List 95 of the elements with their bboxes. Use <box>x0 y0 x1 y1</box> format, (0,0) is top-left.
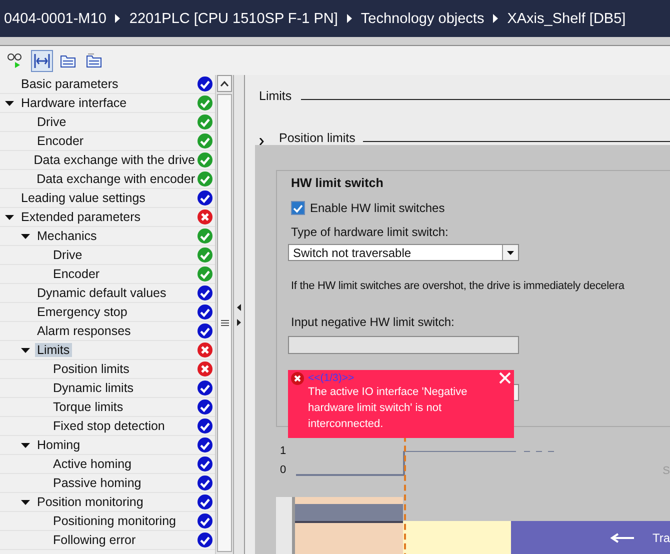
tree-item[interactable]: Limits <box>35 343 72 357</box>
toolbar-button[interactable] <box>31 50 53 72</box>
section-title: Limits <box>259 89 292 103</box>
check-icon <box>197 323 213 339</box>
expand-right-icon[interactable] <box>237 318 241 326</box>
check-icon <box>197 266 213 282</box>
check-icon <box>197 95 213 111</box>
check-icon <box>197 247 213 263</box>
tree-item[interactable]: Fixed stop detection <box>51 419 167 433</box>
check-icon <box>197 114 213 130</box>
tree-item[interactable]: Hardware interface <box>19 96 129 110</box>
input-field[interactable] <box>288 336 519 354</box>
check-icon <box>197 418 213 434</box>
tree-item[interactable]: Position monitoring <box>35 495 146 509</box>
expanded-arrow-icon[interactable] <box>20 232 31 240</box>
folder-icon <box>60 54 76 68</box>
scroll-up-button[interactable] <box>217 75 232 92</box>
rail-end <box>276 497 295 554</box>
group-title: HW limit switch <box>291 176 384 190</box>
breadcrumb-item[interactable]: XAxis_Shelf [DB5] <box>507 10 626 26</box>
tree-item[interactable]: Homing <box>35 438 82 452</box>
tree-item[interactable]: Encoder <box>35 134 86 148</box>
error-icon <box>197 209 213 225</box>
tree-item[interactable]: Positioning monitoring <box>51 514 178 528</box>
tree-item[interactable]: Following error <box>51 533 138 547</box>
check-icon <box>197 437 213 453</box>
expanded-arrow-icon[interactable] <box>4 213 15 221</box>
check-icon <box>197 76 213 92</box>
check-icon <box>197 304 213 320</box>
check-icon <box>197 190 213 206</box>
scroll-thumb[interactable] <box>217 94 232 552</box>
tree-item[interactable]: Mechanics <box>35 229 99 243</box>
check-icon <box>197 228 213 244</box>
separator-arrow-icon <box>115 14 120 23</box>
check-icon <box>197 171 213 187</box>
expanded-arrow-icon[interactable] <box>20 441 31 449</box>
split-arrows-icon <box>34 52 50 68</box>
check-icon <box>197 513 213 529</box>
check-icon <box>197 456 213 472</box>
expanded-arrow-icon[interactable] <box>20 346 31 354</box>
error-icon <box>291 372 304 385</box>
tree-item[interactable]: Dynamic default values <box>35 286 168 300</box>
chevron-right-icon[interactable] <box>259 138 265 145</box>
checkbox[interactable] <box>291 201 305 215</box>
arrow-left-icon <box>610 532 634 542</box>
tree-item[interactable]: Leading value settings <box>19 191 148 205</box>
tree-item[interactable]: Drive <box>51 248 84 262</box>
check-icon <box>197 133 213 149</box>
direction-label: Tra <box>652 530 670 544</box>
tree-item[interactable]: Data exchange with encoder <box>34 172 197 186</box>
tree-item[interactable]: Basic parameters <box>19 77 120 91</box>
dropdown[interactable]: Switch not traversable <box>288 244 519 261</box>
tree-item[interactable]: Dynamic limits <box>51 381 136 395</box>
axis-label: 1 <box>280 445 286 457</box>
field-label: Input negative HW limit switch: <box>291 315 456 329</box>
breadcrumb-item[interactable]: Technology objects <box>360 10 484 26</box>
tree-item[interactable]: Drive <box>35 115 68 129</box>
check-icon <box>197 380 213 396</box>
check-icon <box>197 399 213 415</box>
check-icon <box>197 494 213 510</box>
info-text: If the HW limit switches are overshot, the drive is immediately decelera <box>291 280 626 292</box>
expanded-arrow-icon[interactable] <box>4 99 15 107</box>
check-icon <box>197 532 213 548</box>
tree-item[interactable]: Active homing <box>51 457 134 471</box>
tree-item[interactable]: Passive homing <box>51 476 144 490</box>
tree-item[interactable]: Torque limits <box>51 400 126 414</box>
tree-item[interactable]: Alarm responses <box>35 324 133 338</box>
separator-arrow-icon <box>346 14 352 23</box>
tree-item[interactable]: Data exchange with the drive <box>32 153 197 167</box>
tree-item[interactable]: Position limits <box>51 362 132 376</box>
collapse-left-icon[interactable] <box>237 304 241 310</box>
breadcrumb-item[interactable]: 2201PLC [CPU 1510SP F-1 PN] <box>129 10 338 26</box>
close-button[interactable] <box>498 371 512 385</box>
field-label: Type of hardware limit switch: <box>291 225 450 239</box>
expanded-arrow-icon[interactable] <box>20 498 31 506</box>
check-icon <box>197 285 213 301</box>
check-icon <box>197 152 213 168</box>
caret-down-icon <box>507 250 514 254</box>
close-icon <box>498 371 512 385</box>
check-icon <box>197 475 213 491</box>
error-icon <box>197 342 213 358</box>
axis-label: 0 <box>280 464 286 476</box>
tree-item[interactable]: Extended parameters <box>19 210 143 224</box>
error-message: The active IO interface 'Negative hardware limit switch' is not interconnected. <box>308 385 468 432</box>
checkbox-label: Enable HW limit switches <box>310 201 445 215</box>
caret-up-icon <box>220 80 229 86</box>
tree-item[interactable]: Emergency stop <box>35 305 130 319</box>
folders-icon <box>86 53 102 68</box>
subsection-title: Position limits <box>279 131 356 145</box>
error-icon <box>197 361 213 377</box>
grip-icon <box>220 320 228 326</box>
check-icon <box>293 204 303 212</box>
tree-item[interactable]: Encoder <box>51 267 102 281</box>
breadcrumb-item[interactable]: 0404-0001-M10 <box>4 10 106 26</box>
separator-arrow-icon <box>493 14 498 23</box>
